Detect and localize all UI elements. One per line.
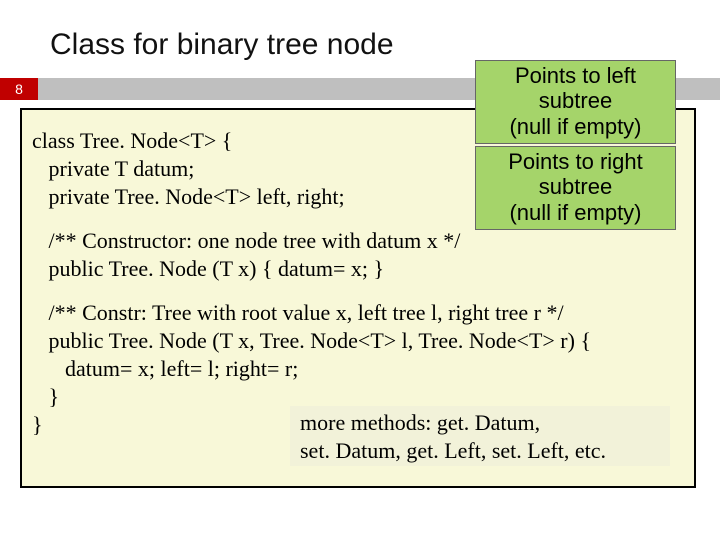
code-line-5: public Tree. Node (T x) { datum= x; } (32, 256, 384, 282)
more-methods-box: more methods: get. Datum, set. Datum, ge… (290, 406, 670, 466)
code-line-8: datum= x; left= l; right= r; (32, 356, 298, 382)
annotation-left-line3: (null if empty) (509, 114, 641, 139)
annotation-right-line3: (null if empty) (509, 200, 641, 225)
code-line-3: private Tree. Node<T> left, right; (32, 184, 345, 210)
more-methods-line1: more methods: get. Datum, (300, 410, 540, 435)
page-title: Class for binary tree node (50, 28, 394, 62)
annotation-left-subtree: Points to left subtree (null if empty) (475, 60, 676, 144)
code-line-6: /** Constr: Tree with root value x, left… (32, 300, 564, 326)
annotation-right-line2: subtree (539, 174, 612, 199)
more-methods-line2: set. Datum, get. Left, set. Left, etc. (300, 438, 606, 463)
code-line-10: } (32, 412, 43, 438)
annotation-right-line1: Points to right (508, 149, 643, 174)
code-line-4: /** Constructor: one node tree with datu… (32, 228, 460, 254)
code-line-2: private T datum; (32, 156, 194, 182)
page-number: 8 (0, 78, 38, 100)
annotation-left-line1: Points to left (515, 63, 636, 88)
annotation-left-line2: subtree (539, 88, 612, 113)
code-line-1: class Tree. Node<T> { (32, 128, 232, 154)
code-line-7: public Tree. Node (T x, Tree. Node<T> l,… (32, 328, 591, 354)
slide: Class for binary tree node 8 Points to l… (0, 0, 720, 540)
code-line-9: } (32, 384, 59, 410)
annotation-right-subtree: Points to right subtree (null if empty) (475, 146, 676, 230)
